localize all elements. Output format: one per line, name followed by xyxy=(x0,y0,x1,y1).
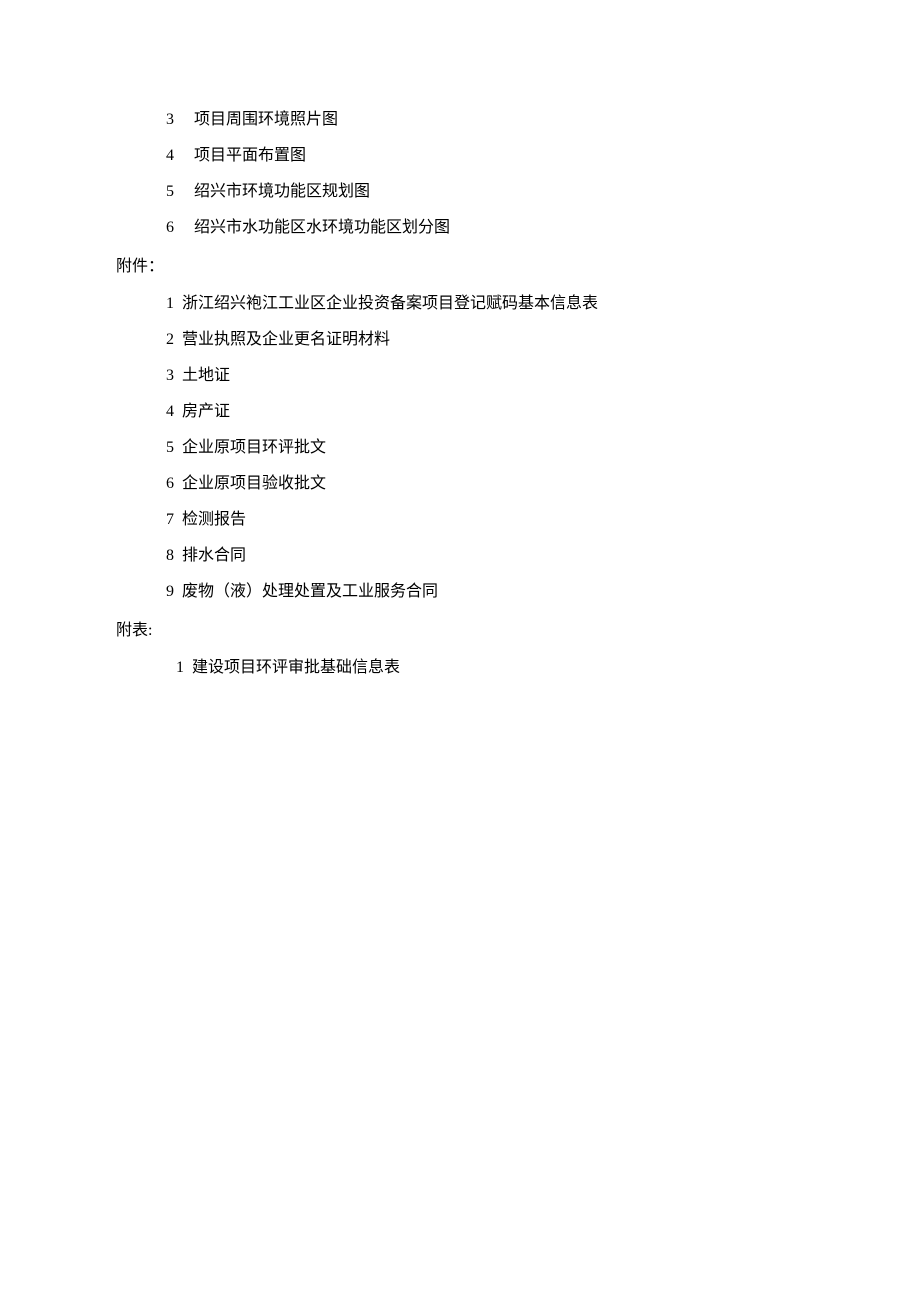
document-page: 3 项目周围环境照片图 4 项目平面布置图 5 绍兴市环境功能区规划图 6 绍兴… xyxy=(0,0,920,680)
list-item-text: 废物（液）处理处置及工业服务合同 xyxy=(182,580,820,604)
list-item-number: 5 xyxy=(166,436,182,460)
list-item: 3 土地证 xyxy=(166,364,820,388)
list-item-text: 排水合同 xyxy=(182,544,820,568)
list-item-text: 营业执照及企业更名证明材料 xyxy=(182,328,820,352)
list-item-text: 浙江绍兴袍江工业区企业投资备案项目登记赋码基本信息表 xyxy=(182,292,820,316)
list-item-number: 7 xyxy=(166,508,182,532)
list-item-text: 绍兴市环境功能区规划图 xyxy=(194,180,820,204)
top-numbered-list: 3 项目周围环境照片图 4 项目平面布置图 5 绍兴市环境功能区规划图 6 绍兴… xyxy=(166,108,820,240)
list-item: 6 企业原项目验收批文 xyxy=(166,472,820,496)
list-item-text: 项目平面布置图 xyxy=(194,144,820,168)
list-item: 5 企业原项目环评批文 xyxy=(166,436,820,460)
list-item: 1 建设项目环评审批基础信息表 xyxy=(176,656,820,680)
list-item-text: 绍兴市水功能区水环境功能区划分图 xyxy=(194,216,820,240)
list-item: 1 浙江绍兴袍江工业区企业投资备案项目登记赋码基本信息表 xyxy=(166,292,820,316)
list-item: 4 房产证 xyxy=(166,400,820,424)
list-item: 3 项目周围环境照片图 xyxy=(166,108,820,132)
attachment-list: 1 浙江绍兴袍江工业区企业投资备案项目登记赋码基本信息表 2 营业执照及企业更名… xyxy=(166,292,820,604)
list-item-number: 1 xyxy=(176,656,192,680)
list-item-text: 房产证 xyxy=(182,400,820,424)
list-item-number: 4 xyxy=(166,400,182,424)
list-item-number: 3 xyxy=(166,364,182,388)
list-item-number: 1 xyxy=(166,292,182,316)
list-item: 7 检测报告 xyxy=(166,508,820,532)
list-item: 6 绍兴市水功能区水环境功能区划分图 xyxy=(166,216,820,240)
list-item: 5 绍兴市环境功能区规划图 xyxy=(166,180,820,204)
list-item-number: 9 xyxy=(166,580,182,604)
list-item-number: 2 xyxy=(166,328,182,352)
list-item-number: 3 xyxy=(166,108,194,132)
list-item-text: 建设项目环评审批基础信息表 xyxy=(192,656,820,680)
list-item-text: 企业原项目验收批文 xyxy=(182,472,820,496)
list-item: 9 废物（液）处理处置及工业服务合同 xyxy=(166,580,820,604)
list-item-text: 土地证 xyxy=(182,364,820,388)
list-item-number: 6 xyxy=(166,216,194,240)
appendix-section-label: 附表: xyxy=(116,616,820,640)
list-item: 4 项目平面布置图 xyxy=(166,144,820,168)
appendix-list: 1 建设项目环评审批基础信息表 xyxy=(176,656,820,680)
list-item-text: 企业原项目环评批文 xyxy=(182,436,820,460)
list-item-number: 5 xyxy=(166,180,194,204)
list-item: 8 排水合同 xyxy=(166,544,820,568)
list-item-number: 6 xyxy=(166,472,182,496)
list-item-number: 4 xyxy=(166,144,194,168)
attachment-section-label: 附件： xyxy=(116,252,820,276)
list-item-text: 项目周围环境照片图 xyxy=(194,108,820,132)
list-item: 2 营业执照及企业更名证明材料 xyxy=(166,328,820,352)
list-item-text: 检测报告 xyxy=(182,508,820,532)
list-item-number: 8 xyxy=(166,544,182,568)
